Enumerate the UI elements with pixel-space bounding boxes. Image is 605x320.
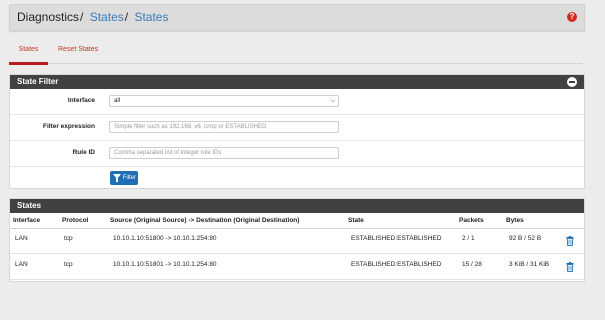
- states-panel: States Interface Protocol Source (Origin…: [9, 198, 585, 282]
- filter-button-label: Filter: [122, 175, 136, 181]
- rule-id-input[interactable]: Comma separated list of integer rule IDs: [109, 147, 339, 159]
- rule-id-label: Rule ID: [72, 149, 95, 156]
- breadcrumb-root: Diagnostics: [17, 10, 80, 24]
- cell-packets: 2 / 1: [462, 235, 475, 242]
- column-header-state[interactable]: State: [348, 217, 364, 224]
- breadcrumb-bar: Diagnostics/ States/ States ?: [9, 4, 585, 31]
- panel-title: States: [17, 201, 42, 210]
- cell-protocol: tcp: [64, 261, 73, 268]
- chevron-down-icon: ⌵: [330, 98, 335, 104]
- cell-packets: 15 / 28: [462, 261, 482, 268]
- cell-interface: LAN: [15, 261, 28, 268]
- cell-state: ESTABLISHED:ESTABLISHED: [351, 235, 442, 242]
- interface-select[interactable]: all ⌵: [109, 95, 339, 107]
- state-filter-panel: State Filter Interface all ⌵ Filter expr…: [9, 74, 585, 189]
- tab-states[interactable]: States: [9, 46, 48, 65]
- funnel-icon: [113, 174, 121, 182]
- breadcrumb-separator: /: [124, 10, 129, 24]
- filter-button[interactable]: Filter: [110, 171, 138, 185]
- cell-bytes: 3 KiB / 31 KiB: [509, 261, 550, 268]
- table-row: LAN tcp 10.10.1.10:51801 -> 10.10.1.254:…: [10, 255, 584, 280]
- column-header-packets[interactable]: Packets: [459, 217, 484, 224]
- interface-select-value: all: [114, 98, 121, 104]
- trash-icon[interactable]: [566, 236, 574, 246]
- filter-expression-row: Filter expression Simple filter such as …: [10, 115, 584, 141]
- table-header: Interface Protocol Source (Original Sour…: [10, 214, 584, 229]
- column-header-source-destination[interactable]: Source (Original Source) -> Destination …: [110, 217, 299, 224]
- filter-expression-input[interactable]: Simple filter such as 192.168, v6, icmp …: [109, 121, 339, 133]
- interface-row: Interface all ⌵: [10, 89, 584, 115]
- minus-circle-icon[interactable]: [567, 77, 577, 87]
- cell-flow: 10.10.1.10:51801 -> 10.10.1.254:80: [113, 261, 217, 268]
- states-heading: States: [10, 199, 584, 213]
- breadcrumb-current[interactable]: States: [134, 10, 168, 24]
- cell-bytes: 92 B / 52 B: [509, 235, 542, 242]
- breadcrumb-link-states[interactable]: States: [90, 10, 124, 24]
- question-circle-icon[interactable]: ?: [567, 12, 577, 22]
- breadcrumb-separator: /: [80, 10, 84, 24]
- column-header-bytes[interactable]: Bytes: [506, 217, 524, 224]
- cell-state: ESTABLISHED:ESTABLISHED: [351, 261, 442, 268]
- filter-expression-label: Filter expression: [42, 123, 95, 130]
- cell-protocol: tcp: [64, 235, 73, 242]
- state-filter-heading: State Filter: [10, 75, 584, 89]
- cell-flow: 10.10.1.10:51800 -> 10.10.1.254:80: [113, 235, 217, 242]
- column-header-protocol[interactable]: Protocol: [62, 217, 88, 224]
- page: Diagnostics/ States/ States ? States Res…: [0, 0, 605, 320]
- breadcrumb: Diagnostics/ States/ States: [17, 10, 168, 24]
- column-header-interface[interactable]: Interface: [13, 217, 40, 224]
- tab-reset-states[interactable]: Reset States: [58, 46, 98, 53]
- rule-id-row: Rule ID Comma separated list of integer …: [10, 141, 584, 167]
- cell-interface: LAN: [15, 235, 28, 242]
- panel-title: State Filter: [17, 77, 59, 86]
- trash-icon[interactable]: [566, 262, 574, 272]
- tab-bar: States Reset States: [9, 41, 583, 65]
- table-row: LAN tcp 10.10.1.10:51800 -> 10.10.1.254:…: [10, 229, 584, 254]
- interface-label: Interface: [67, 97, 95, 104]
